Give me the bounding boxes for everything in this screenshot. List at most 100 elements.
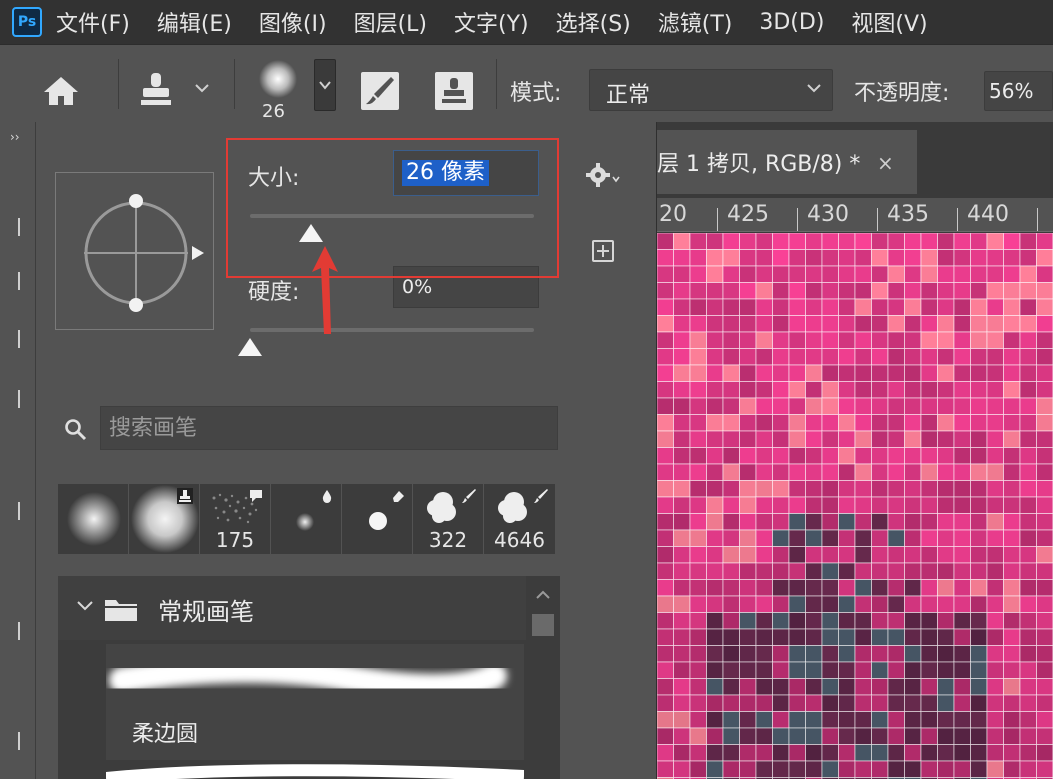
canvas-pixel bbox=[772, 463, 790, 481]
canvas-pixel bbox=[821, 579, 839, 597]
canvas-pixel bbox=[805, 447, 823, 465]
brush-settings-panel-icon[interactable] bbox=[360, 71, 400, 111]
clone-stamp-tool-icon[interactable] bbox=[138, 71, 174, 111]
brush-item-soft-round[interactable]: 柔边圆 bbox=[106, 644, 524, 760]
canvas-pixel bbox=[722, 364, 740, 382]
recent-brush-texture-2[interactable]: 4646 bbox=[484, 484, 555, 554]
recent-brush-spatter[interactable]: 175 bbox=[200, 484, 271, 554]
canvas-pixel bbox=[937, 414, 955, 432]
opacity-input[interactable]: 56% bbox=[984, 71, 1053, 111]
chevron-up-icon[interactable] bbox=[535, 590, 551, 600]
canvas-pixel bbox=[838, 430, 856, 448]
recent-brush-hard-dot[interactable] bbox=[342, 484, 413, 554]
menu-file[interactable]: 文件(F) bbox=[56, 6, 130, 38]
blend-mode-select[interactable]: 正常 bbox=[589, 69, 833, 111]
canvas-pixel bbox=[904, 513, 922, 531]
canvas-pixel bbox=[772, 348, 790, 366]
canvas-pixel bbox=[739, 595, 757, 613]
brush-list-scrollbar[interactable] bbox=[526, 576, 560, 779]
comment-badge-icon bbox=[250, 490, 262, 502]
menu-edit[interactable]: 编辑(E) bbox=[157, 6, 232, 38]
brush-stroke-preview bbox=[109, 656, 507, 700]
hardness-slider-track[interactable] bbox=[250, 328, 534, 332]
canvas-pixel bbox=[673, 546, 691, 564]
canvas-pixel bbox=[986, 249, 1004, 267]
menu-type[interactable]: 文字(Y) bbox=[454, 6, 529, 38]
menu-select[interactable]: 选择(S) bbox=[556, 6, 631, 38]
canvas-pixel bbox=[854, 249, 872, 267]
menu-view[interactable]: 视图(V) bbox=[851, 6, 927, 38]
canvas-pixel bbox=[953, 381, 971, 399]
chevron-down-icon[interactable] bbox=[194, 83, 210, 93]
tool-fragment[interactable] bbox=[18, 622, 28, 640]
scrollbar-thumb[interactable] bbox=[532, 614, 554, 636]
horizontal-ruler[interactable]: 20 425 430 435 440 bbox=[657, 198, 1053, 232]
canvas-pixel bbox=[854, 447, 872, 465]
canvas-pixel bbox=[821, 463, 839, 481]
canvas-pixel bbox=[788, 678, 806, 696]
document-tab[interactable]: 层 1 拷贝, RGB/8) * × bbox=[657, 130, 917, 194]
canvas-pixel bbox=[854, 760, 872, 778]
menu-filter[interactable]: 滤镜(T) bbox=[658, 6, 733, 38]
canvas-pixel bbox=[722, 298, 740, 316]
canvas-pixel bbox=[970, 645, 988, 663]
tool-fragment[interactable] bbox=[18, 330, 28, 348]
brush-group-general[interactable]: 常规画笔 bbox=[58, 576, 526, 640]
canvas-pixel bbox=[689, 480, 707, 498]
canvas-pixel bbox=[970, 496, 988, 514]
canvas-pixel bbox=[805, 562, 823, 580]
settings-gear-icon[interactable] bbox=[586, 162, 622, 192]
canvas-pixel bbox=[854, 694, 872, 712]
canvas-pixel bbox=[1036, 315, 1053, 333]
pixel-canvas[interactable] bbox=[657, 233, 1053, 779]
tool-fragment[interactable] bbox=[18, 390, 28, 408]
canvas-pixel bbox=[1003, 546, 1021, 564]
chevron-down-icon[interactable] bbox=[76, 600, 94, 612]
brush-preview-icon[interactable] bbox=[258, 59, 298, 99]
tool-fragment[interactable] bbox=[18, 502, 28, 520]
canvas-pixel bbox=[871, 315, 889, 333]
clone-source-panel-icon[interactable] bbox=[434, 71, 474, 111]
canvas-pixel bbox=[706, 529, 724, 547]
new-preset-button[interactable] bbox=[592, 240, 614, 262]
menu-3d[interactable]: 3D(D) bbox=[759, 10, 824, 35]
canvas-pixel bbox=[772, 430, 790, 448]
canvas-pixel bbox=[937, 760, 955, 778]
home-icon[interactable] bbox=[42, 75, 80, 107]
hardness-value: 0% bbox=[402, 276, 433, 298]
canvas-pixel bbox=[887, 298, 905, 316]
canvas-pixel bbox=[657, 727, 674, 745]
canvas-pixel bbox=[953, 546, 971, 564]
menu-image[interactable]: 图像(I) bbox=[259, 6, 327, 38]
recent-brush-small-soft[interactable] bbox=[271, 484, 342, 554]
canvas-pixel bbox=[838, 480, 856, 498]
canvas-pixel bbox=[657, 645, 674, 663]
canvas-pixel bbox=[706, 447, 724, 465]
recent-brush-soft-round[interactable] bbox=[58, 484, 129, 554]
brush-preset-picker: 大小: 26 像素 硬度: 0% 搜索画笔 175 322 4646 常规画笔 … bbox=[36, 122, 656, 779]
canvas-pixel bbox=[904, 661, 922, 679]
tool-fragment[interactable] bbox=[18, 218, 28, 236]
canvas-pixel bbox=[1036, 727, 1053, 745]
canvas-pixel bbox=[657, 249, 674, 267]
brush-picker-toggle[interactable] bbox=[314, 59, 336, 111]
canvas-pixel bbox=[722, 513, 740, 531]
canvas-pixel bbox=[689, 711, 707, 729]
canvas-pixel bbox=[953, 628, 971, 646]
canvas-pixel bbox=[689, 628, 707, 646]
brush-tip-angle-preview[interactable] bbox=[55, 172, 214, 330]
expand-panels-icon[interactable]: ›› bbox=[10, 130, 20, 144]
close-icon[interactable]: × bbox=[877, 151, 894, 175]
canvas-pixel bbox=[904, 579, 922, 597]
recent-brush-soft-round-large[interactable] bbox=[129, 484, 200, 554]
search-brushes-input[interactable] bbox=[100, 406, 558, 450]
canvas-pixel bbox=[772, 364, 790, 382]
hardness-slider-thumb[interactable] bbox=[238, 338, 262, 356]
menu-layer[interactable]: 图层(L) bbox=[354, 6, 427, 38]
tool-fragment[interactable] bbox=[18, 732, 28, 750]
tool-fragment[interactable] bbox=[18, 272, 28, 290]
canvas-pixel bbox=[805, 529, 823, 547]
canvas-pixel bbox=[755, 595, 773, 613]
recent-brush-texture-1[interactable]: 322 bbox=[413, 484, 484, 554]
canvas-pixel bbox=[755, 348, 773, 366]
